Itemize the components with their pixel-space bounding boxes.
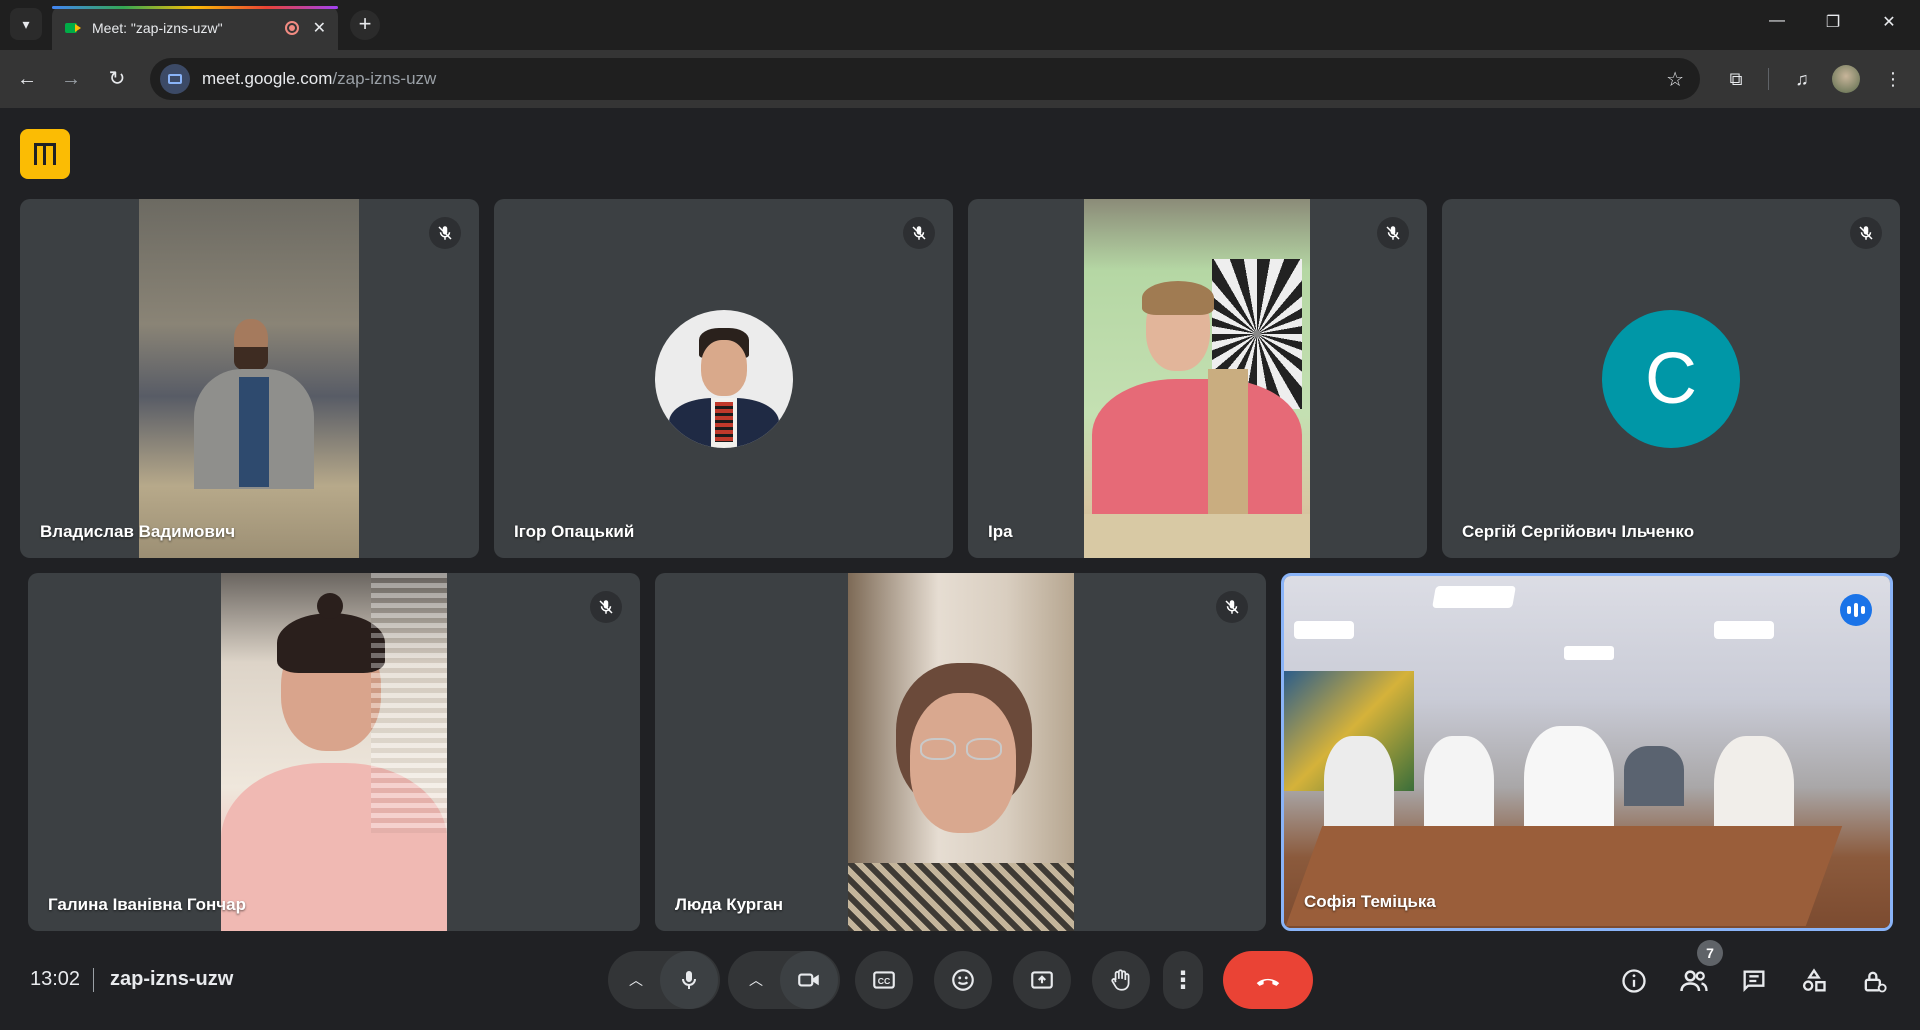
address-bar[interactable]: meet.google.com /zap-izns-uzw ☆ bbox=[150, 58, 1700, 100]
recording-indicator-icon bbox=[284, 21, 299, 35]
browser-tab[interactable]: Meet: "zap-izns-uzw" ✕ bbox=[52, 6, 338, 50]
browser-menu-icon[interactable]: ⋮ bbox=[1878, 64, 1908, 94]
activity-icon[interactable] bbox=[20, 129, 70, 179]
tab-color-accent bbox=[52, 6, 338, 9]
captions-icon: CC bbox=[873, 971, 895, 989]
reload-icon[interactable]: ↻ bbox=[102, 64, 132, 94]
chevron-up-icon[interactable]: ︿ bbox=[626, 970, 646, 990]
participant-tile[interactable]: Іра bbox=[968, 199, 1427, 558]
mic-button[interactable] bbox=[660, 951, 718, 1009]
mic-off-icon bbox=[903, 217, 935, 249]
participant-tile[interactable]: C Сергій Сергійович Ільченко bbox=[1442, 199, 1900, 558]
activities-icon bbox=[1802, 968, 1826, 992]
participant-name: Галина Іванівна Гончар bbox=[48, 895, 247, 914]
participant-tile-active-speaker[interactable]: Софія Теміцька bbox=[1281, 573, 1893, 931]
camera-icon bbox=[798, 973, 819, 987]
back-icon[interactable]: ← bbox=[12, 64, 42, 94]
profile-avatar[interactable] bbox=[1832, 65, 1860, 93]
meeting-time: 13:02 bbox=[30, 968, 81, 990]
participant-video bbox=[1284, 576, 1890, 928]
hand-icon bbox=[1111, 969, 1130, 991]
toolbar-divider bbox=[1768, 68, 1769, 90]
people-icon bbox=[1680, 970, 1708, 992]
participant-avatar-letter: C bbox=[1602, 309, 1740, 448]
meet-favicon-icon bbox=[64, 19, 82, 37]
media-controls-icon[interactable]: ♫ bbox=[1787, 64, 1817, 94]
participant-name: Іра bbox=[988, 522, 1013, 541]
minimize-icon[interactable]: — bbox=[1754, 12, 1800, 30]
participant-name: Люда Курган bbox=[675, 895, 783, 914]
participant-avatar bbox=[654, 309, 793, 448]
mic-off-icon bbox=[590, 591, 622, 623]
emoji-icon bbox=[952, 969, 974, 991]
mic-off-icon bbox=[1850, 217, 1882, 249]
more-options-button[interactable]: ⋮ bbox=[1163, 951, 1203, 1009]
meeting-code: zap-izns-uzw bbox=[110, 968, 234, 990]
participant-name: Софія Теміцька bbox=[1304, 892, 1436, 911]
mic-off-icon bbox=[1216, 591, 1248, 623]
chevron-up-icon[interactable]: ︿ bbox=[746, 970, 766, 990]
host-controls-icon bbox=[1864, 971, 1887, 993]
people-button[interactable] bbox=[1677, 964, 1711, 998]
present-icon bbox=[1031, 971, 1053, 989]
url-host: meet.google.com bbox=[202, 69, 333, 88]
url-path: /zap-izns-uzw bbox=[332, 69, 437, 88]
restore-icon[interactable]: ❐ bbox=[1810, 12, 1856, 32]
host-controls-button[interactable] bbox=[1857, 964, 1891, 998]
svg-text:CC: CC bbox=[878, 976, 891, 986]
participant-tile[interactable]: Владислав Вадимович bbox=[20, 199, 479, 558]
participant-tile[interactable]: Люда Курган bbox=[655, 573, 1266, 931]
present-button[interactable] bbox=[1013, 951, 1071, 1009]
participant-name: Ігор Опацький bbox=[514, 522, 635, 541]
tab-title: Meet: "zap-izns-uzw" bbox=[92, 20, 223, 36]
participant-count-badge: 7 bbox=[1697, 940, 1723, 966]
participant-tile[interactable]: Ігор Опацький bbox=[494, 199, 953, 558]
participant-video bbox=[848, 573, 1074, 931]
mic-off-icon bbox=[1377, 217, 1409, 249]
participant-video bbox=[221, 573, 447, 931]
call-end-icon bbox=[1256, 978, 1280, 986]
camera-button[interactable] bbox=[780, 951, 838, 1009]
participant-video bbox=[139, 199, 359, 558]
participant-name: Владислав Вадимович bbox=[40, 522, 236, 541]
chat-icon bbox=[1743, 970, 1765, 992]
meeting-details-button[interactable] bbox=[1617, 964, 1651, 998]
mic-icon bbox=[682, 971, 696, 989]
new-tab-button[interactable]: + bbox=[350, 10, 380, 40]
more-vert-icon: ⋮ bbox=[1171, 966, 1195, 994]
bookmark-star-icon[interactable]: ☆ bbox=[1666, 67, 1684, 92]
tab-close-icon[interactable]: ✕ bbox=[313, 18, 326, 38]
participant-video bbox=[1084, 199, 1310, 558]
raise-hand-button[interactable] bbox=[1092, 951, 1150, 1009]
info-icon bbox=[1622, 969, 1646, 993]
tab-list-button[interactable]: ▾ bbox=[10, 8, 42, 40]
activities-button[interactable] bbox=[1797, 964, 1831, 998]
participant-tile[interactable]: Галина Іванівна Гончар bbox=[28, 573, 640, 931]
leave-call-button[interactable] bbox=[1223, 951, 1313, 1009]
extensions-icon[interactable]: ⧉ bbox=[1721, 64, 1751, 94]
mic-off-icon bbox=[429, 217, 461, 249]
captions-button[interactable]: CC bbox=[855, 951, 913, 1009]
chat-button[interactable] bbox=[1737, 964, 1771, 998]
bottom-divider bbox=[93, 968, 94, 992]
forward-icon[interactable]: → bbox=[56, 64, 86, 94]
window-close-icon[interactable]: ✕ bbox=[1866, 12, 1912, 32]
site-info-icon[interactable] bbox=[160, 64, 190, 94]
speaking-indicator-icon bbox=[1840, 594, 1872, 626]
participant-name: Сергій Сергійович Ільченко bbox=[1462, 522, 1695, 541]
reactions-button[interactable] bbox=[934, 951, 992, 1009]
